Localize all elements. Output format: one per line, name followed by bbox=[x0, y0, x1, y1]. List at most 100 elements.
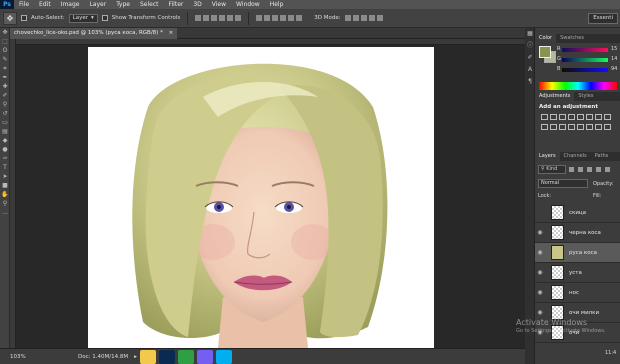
photo-filter-icon[interactable] bbox=[541, 124, 548, 130]
posterize-icon[interactable] bbox=[577, 124, 584, 130]
channel-mixer-icon[interactable] bbox=[550, 124, 557, 130]
distribute-left-icon[interactable] bbox=[280, 15, 287, 21]
lasso-tool-icon[interactable]: ʘ bbox=[0, 46, 10, 55]
layer-row[interactable]: скица bbox=[535, 203, 620, 223]
gradient-tool-icon[interactable]: ▤ bbox=[0, 127, 10, 136]
eraser-tool-icon[interactable]: ▭ bbox=[0, 118, 10, 127]
align-center-icon[interactable] bbox=[227, 15, 234, 21]
red-value[interactable]: 15 bbox=[611, 46, 617, 52]
menu-type[interactable]: Type bbox=[111, 0, 135, 9]
color-lookup-icon[interactable] bbox=[559, 124, 566, 130]
chevron-right-icon[interactable]: ▸ bbox=[134, 354, 137, 360]
distribute-right-icon[interactable] bbox=[296, 15, 303, 21]
auto-select-target-dropdown[interactable]: Layer ▾ bbox=[68, 13, 98, 23]
healing-tool-icon[interactable]: ✚ bbox=[0, 82, 10, 91]
brush-tool-icon[interactable]: ✐ bbox=[0, 91, 10, 100]
type-filter-icon[interactable] bbox=[587, 167, 592, 172]
menu-layer[interactable]: Layer bbox=[84, 0, 111, 9]
zoom-tool-icon[interactable]: ⚲ bbox=[0, 199, 10, 208]
distribute-top-icon[interactable] bbox=[256, 15, 263, 21]
pen-tool-icon[interactable]: ✑ bbox=[0, 154, 10, 163]
move-tool-icon[interactable]: ✥ bbox=[3, 11, 17, 25]
stamp-tool-icon[interactable]: ⚲ bbox=[0, 100, 10, 109]
3d-roll-icon[interactable] bbox=[352, 15, 359, 21]
layer-row[interactable]: ◉ нос bbox=[535, 283, 620, 303]
vibrance-icon[interactable] bbox=[577, 114, 584, 120]
layer-row-selected[interactable]: ◉ руса коса bbox=[535, 243, 620, 263]
tab-adjustments[interactable]: Adjustments bbox=[535, 92, 575, 101]
menu-edit[interactable]: Edit bbox=[34, 0, 56, 9]
brightness-contrast-icon[interactable] bbox=[541, 114, 548, 120]
close-icon[interactable]: × bbox=[169, 30, 174, 36]
type-tool-icon[interactable]: T bbox=[0, 163, 10, 172]
align-left-icon[interactable] bbox=[219, 15, 226, 21]
history-brush-tool-icon[interactable]: ↺ bbox=[0, 109, 10, 118]
photoshop-taskbar-icon[interactable] bbox=[159, 350, 175, 364]
tab-swatches[interactable]: Swatches bbox=[556, 34, 588, 43]
properties-panel-icon[interactable]: ⓘ bbox=[525, 40, 535, 52]
history-panel-icon[interactable]: ▦ bbox=[525, 28, 535, 40]
hand-tool-icon[interactable]: ✋ bbox=[0, 190, 10, 199]
menu-image[interactable]: Image bbox=[56, 0, 85, 9]
tab-layers[interactable]: Layers bbox=[535, 152, 560, 161]
green-value[interactable]: 14 bbox=[611, 56, 617, 62]
viber-icon[interactable] bbox=[197, 350, 213, 364]
tab-paths[interactable]: Paths bbox=[591, 152, 613, 161]
menu-3d[interactable]: 3D bbox=[188, 0, 206, 9]
distribute-bottom-icon[interactable] bbox=[272, 15, 279, 21]
green-slider[interactable] bbox=[562, 58, 608, 62]
chrome-icon[interactable] bbox=[178, 350, 194, 364]
blend-mode-dropdown[interactable]: Normal bbox=[538, 179, 588, 188]
document-info[interactable]: Doc: 1.40M/14.8M bbox=[78, 354, 128, 360]
distribute-center-icon[interactable] bbox=[288, 15, 295, 21]
zoom-level[interactable]: 103% bbox=[10, 354, 32, 360]
more-tools-icon[interactable]: … bbox=[0, 208, 10, 217]
blue-value[interactable]: 94 bbox=[611, 66, 617, 72]
brush-panel-icon[interactable]: ✐ bbox=[525, 52, 535, 64]
hue-saturation-icon[interactable] bbox=[586, 114, 593, 120]
crop-tool-icon[interactable]: ⌗ bbox=[0, 64, 10, 73]
align-top-icon[interactable] bbox=[195, 15, 202, 21]
menu-file[interactable]: File bbox=[14, 0, 34, 9]
menu-help[interactable]: Help bbox=[265, 0, 289, 9]
menu-filter[interactable]: Filter bbox=[164, 0, 189, 9]
transform-controls-checkbox[interactable] bbox=[101, 15, 108, 21]
invert-icon[interactable] bbox=[568, 124, 575, 130]
pixel-filter-icon[interactable] bbox=[569, 167, 574, 172]
tab-channels[interactable]: Channels bbox=[560, 152, 591, 161]
path-select-tool-icon[interactable]: ➤ bbox=[0, 172, 10, 181]
paragraph-panel-icon[interactable]: ¶ bbox=[525, 76, 535, 88]
black-white-icon[interactable] bbox=[604, 114, 611, 120]
exposure-icon[interactable] bbox=[568, 114, 575, 120]
visibility-icon[interactable]: ◉ bbox=[535, 269, 545, 276]
skype-icon[interactable] bbox=[216, 350, 232, 364]
move-tool-icon[interactable]: ✥ bbox=[0, 28, 10, 37]
shape-tool-icon[interactable]: ■ bbox=[0, 181, 10, 190]
visibility-icon[interactable]: ◉ bbox=[535, 289, 545, 296]
dodge-tool-icon[interactable]: ● bbox=[0, 145, 10, 154]
align-bottom-icon[interactable] bbox=[211, 15, 218, 21]
blue-slider[interactable] bbox=[562, 68, 608, 72]
distribute-middle-icon[interactable] bbox=[264, 15, 271, 21]
menu-view[interactable]: View bbox=[207, 0, 231, 9]
layer-row[interactable]: ◉ черна коса bbox=[535, 223, 620, 243]
character-panel-icon[interactable]: A bbox=[525, 64, 535, 76]
blur-tool-icon[interactable]: ◆ bbox=[0, 136, 10, 145]
workspace-switcher[interactable]: Essenti bbox=[588, 13, 618, 24]
red-slider[interactable] bbox=[562, 48, 608, 52]
threshold-icon[interactable] bbox=[586, 124, 593, 130]
menu-select[interactable]: Select bbox=[135, 0, 164, 9]
selective-color-icon[interactable] bbox=[604, 124, 611, 130]
3d-scale-icon[interactable] bbox=[376, 15, 383, 21]
3d-pan-icon[interactable] bbox=[360, 15, 367, 21]
curves-icon[interactable] bbox=[559, 114, 566, 120]
shape-filter-icon[interactable] bbox=[596, 167, 601, 172]
color-balance-icon[interactable] bbox=[595, 114, 602, 120]
visibility-icon[interactable]: ◉ bbox=[535, 229, 545, 236]
smart-object-filter-icon[interactable] bbox=[605, 167, 610, 172]
tab-styles[interactable]: Styles bbox=[574, 92, 597, 101]
layer-row[interactable]: ◉ уста bbox=[535, 263, 620, 283]
menu-window[interactable]: Window bbox=[231, 0, 265, 9]
foreground-color-swatch[interactable] bbox=[539, 46, 551, 58]
adjustment-filter-icon[interactable] bbox=[578, 167, 583, 172]
